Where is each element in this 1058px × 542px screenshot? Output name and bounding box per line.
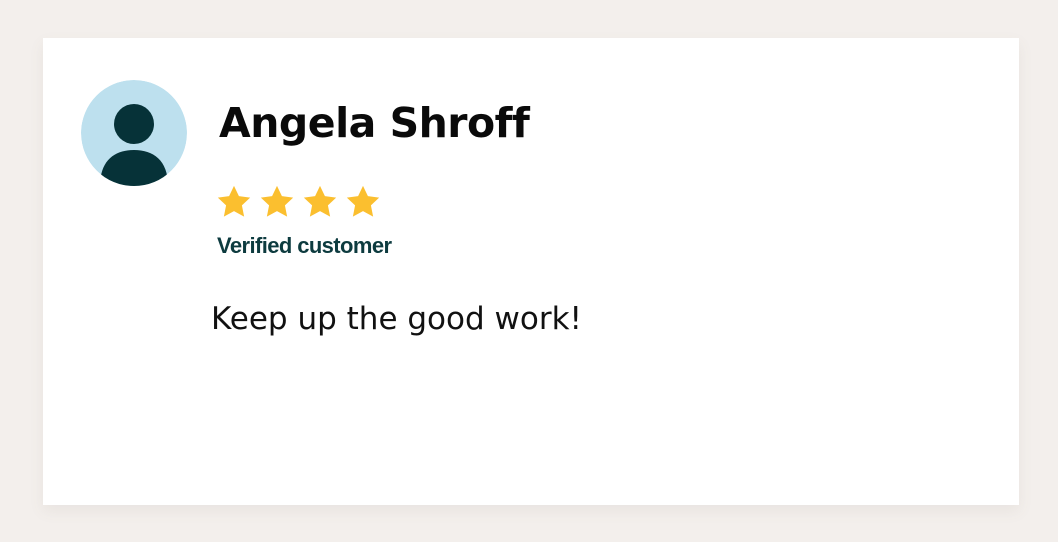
user-silhouette-icon: [81, 80, 187, 186]
star-icon: [301, 183, 339, 221]
avatar: [81, 80, 187, 186]
reviewer-name: Angela Shroff: [219, 99, 530, 147]
star-icon: [215, 183, 253, 221]
star-icon: [344, 183, 382, 221]
review-text: Keep up the good work!: [211, 301, 582, 337]
verified-customer-label: Verified customer: [217, 233, 392, 258]
star-icon: [258, 183, 296, 221]
star-rating: [215, 183, 382, 221]
review-card: Angela Shroff Verified customer Keep up …: [43, 38, 1019, 505]
